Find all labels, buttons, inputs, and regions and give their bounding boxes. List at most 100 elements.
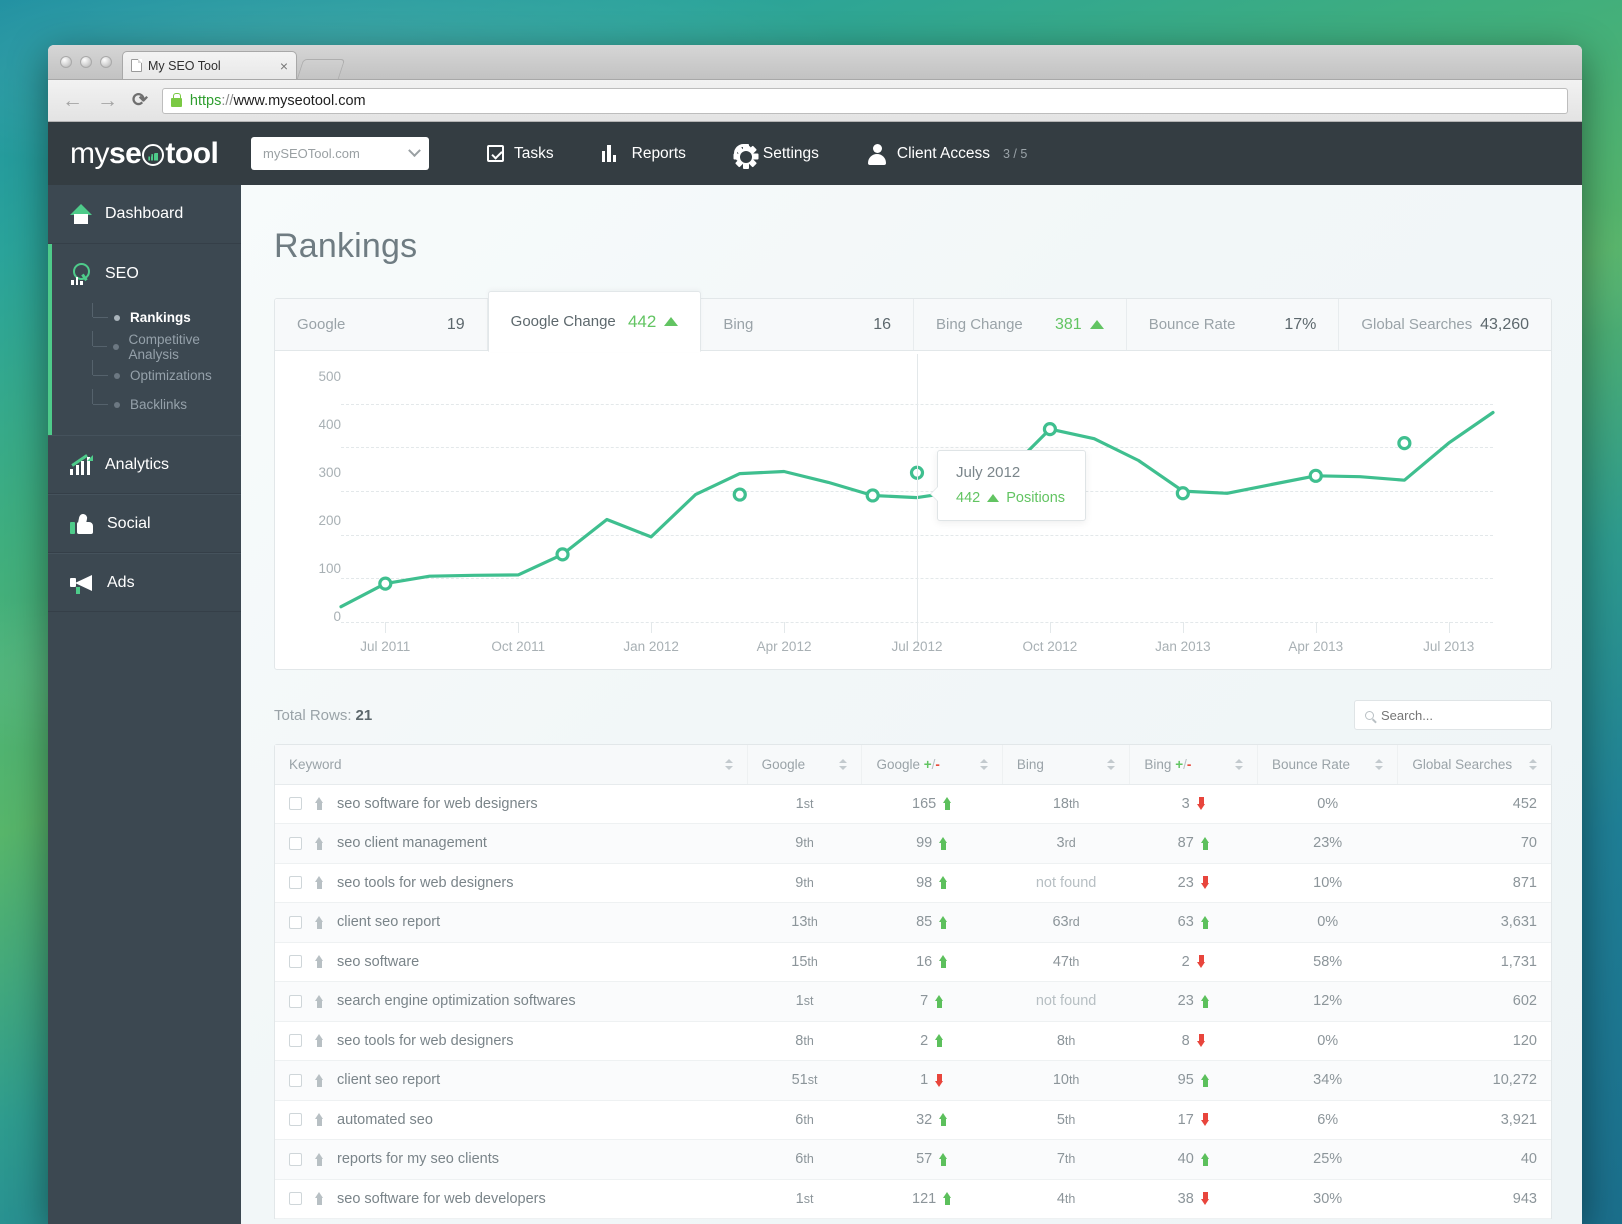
tab-value-google-change: 442	[628, 312, 678, 332]
cell-global-searches: 1,731	[1398, 942, 1551, 982]
table-row[interactable]: seo tools for web designers8th28th80%120	[275, 1021, 1551, 1061]
bing-rank-suffix: th	[1069, 955, 1079, 969]
app-logo[interactable]: mysetool	[48, 137, 241, 171]
tab-bounce-rate[interactable]: Bounce Rate 17%	[1127, 299, 1340, 350]
chart-data-point[interactable]	[867, 490, 878, 501]
sidebar-item-optimizations[interactable]: Optimizations	[92, 361, 241, 390]
column-header-google-change[interactable]: Google +/-	[862, 745, 1002, 784]
row-checkbox[interactable]	[289, 1153, 302, 1166]
keyword-text: seo tools for web designers	[337, 875, 514, 891]
table-row[interactable]: seo tools for web designers9th98not foun…	[275, 863, 1551, 903]
row-checkbox[interactable]	[289, 1113, 302, 1126]
cell-bounce-rate: 25%	[1258, 1140, 1398, 1180]
google-rank: 51	[792, 1072, 808, 1088]
cell-keyword: reports for my seo clients	[275, 1140, 747, 1180]
sidebar-label-competitive-analysis: Competitive Analysis	[129, 332, 241, 362]
forward-icon[interactable]: →	[97, 90, 118, 111]
table-row[interactable]: client seo report51st110th9534%10,272	[275, 1061, 1551, 1101]
new-tab-button[interactable]	[297, 59, 345, 79]
sidebar-item-backlinks[interactable]: Backlinks	[92, 390, 241, 419]
table-row[interactable]: client seo report13th8563rd630%3,631	[275, 903, 1551, 943]
column-header-bounce-rate[interactable]: Bounce Rate	[1258, 745, 1398, 784]
close-tab-icon[interactable]: ×	[280, 59, 288, 73]
row-checkbox[interactable]	[289, 1192, 302, 1205]
sidebar-item-rankings[interactable]: Rankings	[92, 303, 241, 332]
chart-data-point[interactable]	[734, 489, 745, 500]
sidebar-label-seo: SEO	[105, 265, 139, 283]
row-checkbox[interactable]	[289, 797, 302, 810]
row-checkbox[interactable]	[289, 1074, 302, 1087]
sort-icon[interactable]	[1235, 759, 1243, 770]
cell-bing-change: 40	[1130, 1140, 1258, 1180]
table-row[interactable]: search engine optimization softwares1st7…	[275, 982, 1551, 1022]
browser-tab[interactable]: My SEO Tool ×	[122, 51, 297, 79]
chart-data-point[interactable]	[1399, 438, 1410, 449]
chevron-down-icon	[408, 144, 421, 157]
tab-global-searches[interactable]: Global Searches 43,260	[1339, 299, 1551, 350]
column-header-bing[interactable]: Bing	[1002, 745, 1130, 784]
sidebar-item-dashboard[interactable]: Dashboard	[48, 185, 241, 244]
address-bar[interactable]: https://www.myseotool.com	[162, 88, 1568, 114]
keyword-text: reports for my seo clients	[337, 1151, 499, 1167]
table-row[interactable]: seo client management9th993rd8723%70	[275, 824, 1551, 864]
sidebar-item-seo[interactable]: SEO	[52, 244, 241, 303]
close-window-button[interactable]	[60, 56, 72, 68]
metric-tabs: Google 19 Google Change 442 Bing 16 Bing…	[275, 299, 1551, 351]
row-trend-icon	[315, 1113, 324, 1126]
table-row[interactable]: automated seo6th325th176%3,921	[275, 1100, 1551, 1140]
row-checkbox[interactable]	[289, 916, 302, 929]
tab-google-change[interactable]: Google Change 442	[488, 291, 702, 352]
column-label-google: Google	[762, 757, 806, 772]
row-checkbox[interactable]	[289, 876, 302, 889]
sidebar-item-competitive-analysis[interactable]: Competitive Analysis	[92, 332, 241, 361]
sidebar-item-social[interactable]: Social	[48, 494, 241, 553]
reload-icon[interactable]: ⟳	[132, 91, 148, 110]
window-traffic-lights[interactable]	[56, 45, 122, 79]
tab-bing-change[interactable]: Bing Change 381	[914, 299, 1127, 350]
sort-icon[interactable]	[725, 759, 733, 770]
maximize-window-button[interactable]	[100, 56, 112, 68]
tab-bing[interactable]: Bing 16	[701, 299, 914, 350]
table-row[interactable]: seo software for web developers1st1214th…	[275, 1179, 1551, 1219]
table-row[interactable]: seo software15th1647th258%1,731	[275, 942, 1551, 982]
sidebar-item-ads[interactable]: Ads	[48, 553, 241, 612]
tab-value-bing: 16	[873, 316, 891, 334]
search-box[interactable]	[1354, 700, 1552, 730]
table-body: seo software for web designers1st16518th…	[275, 784, 1551, 1219]
minimize-window-button[interactable]	[80, 56, 92, 68]
sort-icon[interactable]	[1375, 759, 1383, 770]
chart-data-point[interactable]	[1044, 424, 1055, 435]
table-row[interactable]: reports for my seo clients6th577th4025%4…	[275, 1140, 1551, 1180]
nav-item-reports[interactable]: Reports	[578, 145, 710, 163]
table-row[interactable]: seo software for web designers1st16518th…	[275, 784, 1551, 824]
row-checkbox[interactable]	[289, 955, 302, 968]
chart-data-point[interactable]	[1177, 488, 1188, 499]
cell-global-searches: 943	[1398, 1179, 1551, 1219]
chart-data-point[interactable]	[1310, 470, 1321, 481]
row-checkbox[interactable]	[289, 837, 302, 850]
row-checkbox[interactable]	[289, 1034, 302, 1047]
sort-icon[interactable]	[839, 759, 847, 770]
column-header-bing-change[interactable]: Bing +/-	[1130, 745, 1258, 784]
row-checkbox[interactable]	[289, 995, 302, 1008]
bing-rank-suffix: th	[1069, 797, 1079, 811]
column-header-keyword[interactable]: Keyword	[275, 745, 747, 784]
column-header-google[interactable]: Google	[747, 745, 862, 784]
nav-item-client-access[interactable]: Client Access 3 / 5	[843, 144, 1051, 164]
sidebar-label-social: Social	[107, 515, 151, 533]
tab-label-google-change: Google Change	[511, 313, 616, 330]
column-header-global-searches[interactable]: Global Searches	[1398, 745, 1551, 784]
back-icon[interactable]: ←	[62, 90, 83, 111]
tab-google[interactable]: Google 19	[275, 299, 488, 350]
nav-item-tasks[interactable]: Tasks	[463, 145, 578, 163]
site-selector-dropdown[interactable]: mySEOTool.com	[251, 137, 429, 170]
cell-keyword: seo client management	[275, 824, 747, 864]
sidebar-item-analytics[interactable]: Analytics	[48, 435, 241, 494]
sort-icon[interactable]	[1107, 759, 1115, 770]
sort-icon[interactable]	[1529, 759, 1537, 770]
nav-item-settings[interactable]: Settings	[710, 144, 843, 163]
sort-icon[interactable]	[980, 759, 988, 770]
search-input[interactable]	[1381, 708, 1541, 723]
chart-data-point[interactable]	[557, 549, 568, 560]
chart-data-point[interactable]	[380, 578, 391, 589]
